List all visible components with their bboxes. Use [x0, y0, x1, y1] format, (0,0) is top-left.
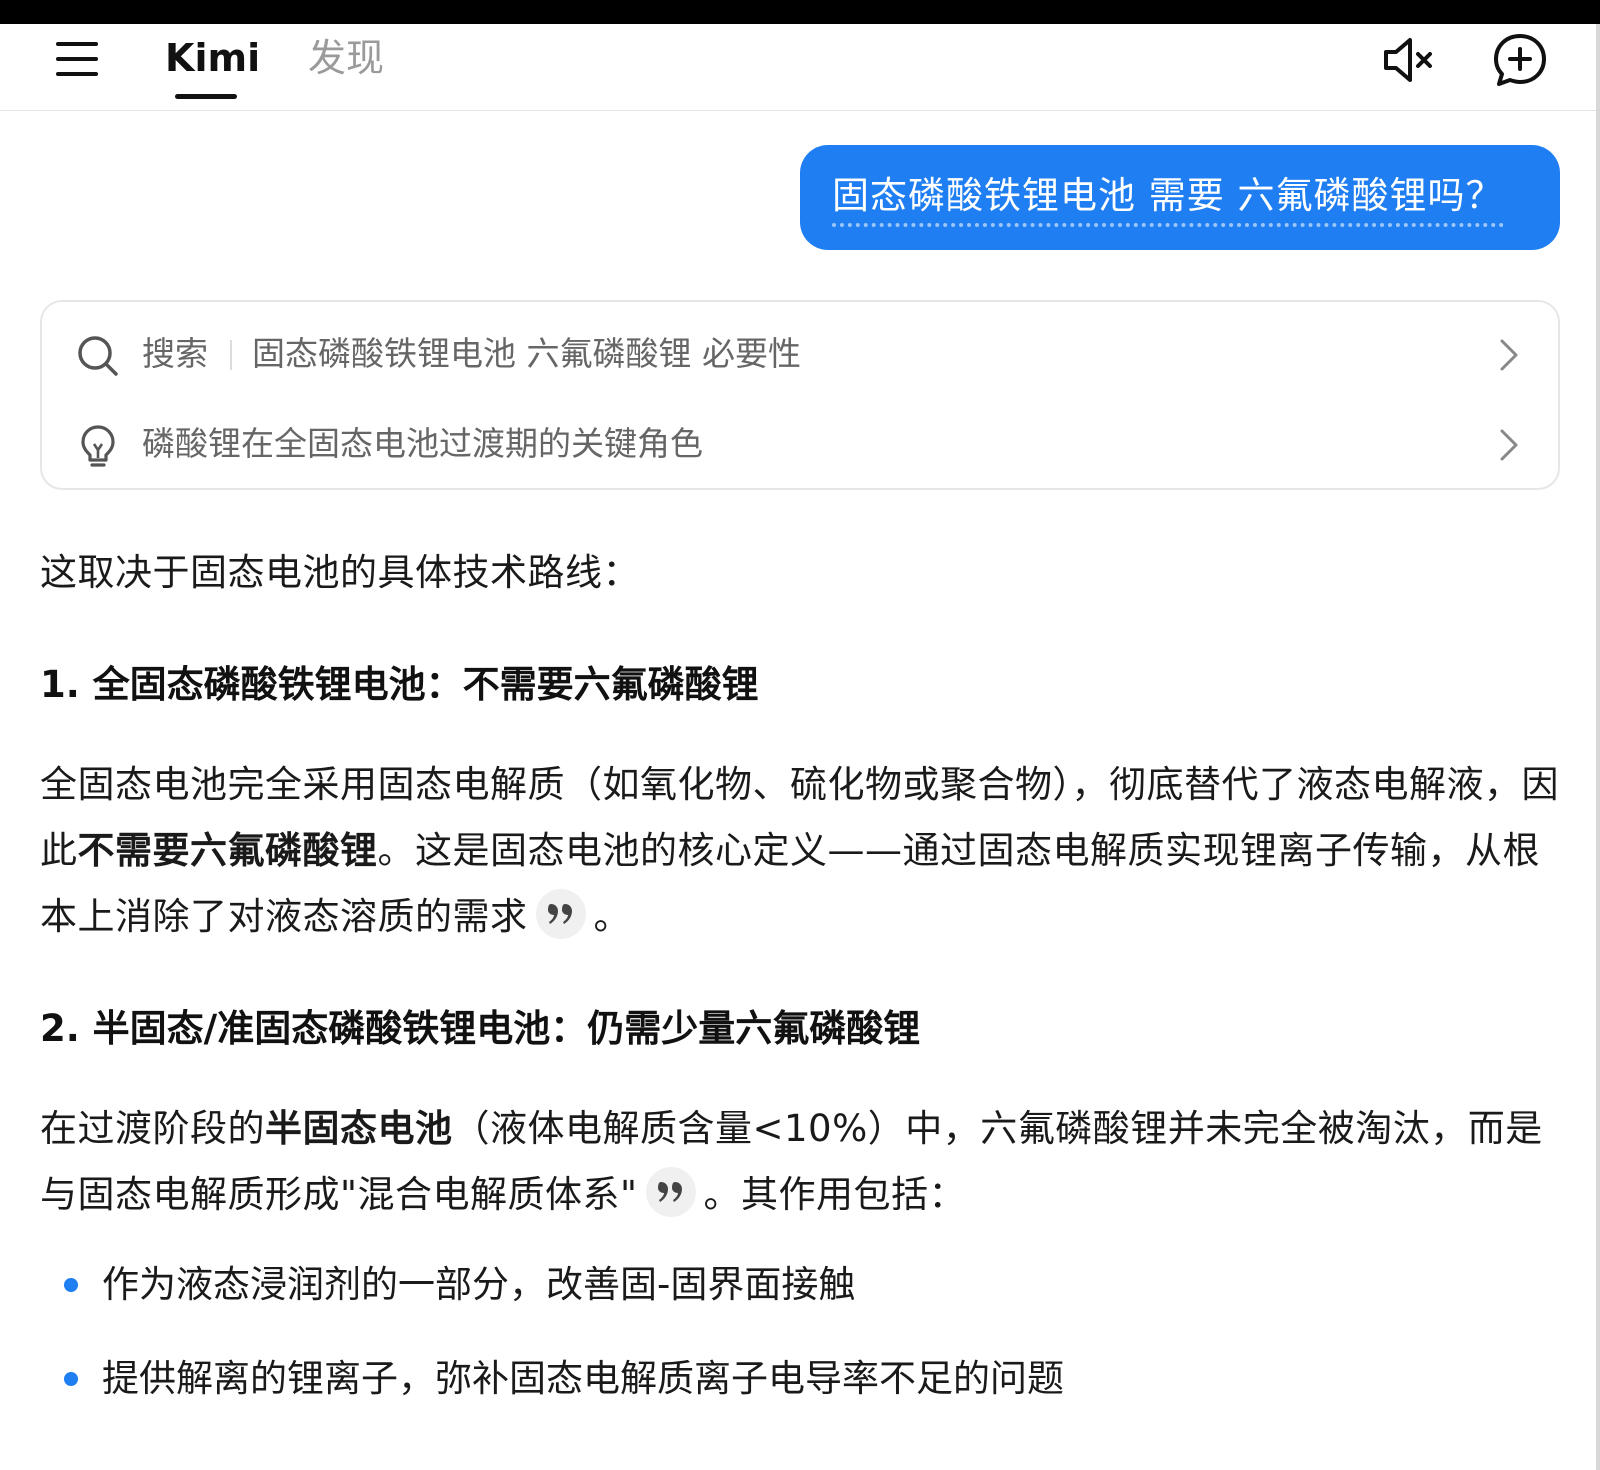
list-item-text: 作为液态浸润剂的一部分，改善固-固界面接触	[102, 1263, 856, 1306]
status-bar	[0, 0, 1600, 24]
section-paragraph-1: 全固态电池完全采用固态电解质（如氧化物、硫化物或聚合物），彻底替代了液态电解液，…	[40, 752, 1570, 950]
menu-icon[interactable]	[54, 36, 100, 82]
mute-icon[interactable]	[1380, 32, 1436, 88]
user-message-bubble: 固态磷酸铁锂电池 需要 六氟磷酸锂吗？	[800, 145, 1560, 250]
quote-icon	[547, 904, 572, 924]
bullet-list: 作为液态浸润剂的一部分，改善固-固界面接触 提供解离的锂离子，弥补固态电解质离子…	[40, 1252, 1570, 1412]
new-chat-icon[interactable]	[1490, 30, 1550, 90]
tab-kimi[interactable]: Kimi	[165, 32, 260, 84]
section-heading-2: 2. 半固态/准固态磷酸铁锂电池：仍需少量六氟磷酸锂	[40, 1007, 921, 1050]
active-tab-indicator	[175, 94, 237, 99]
divider	[230, 340, 232, 370]
text-span: 。其作用包括：	[703, 1173, 967, 1216]
text-span: 。	[593, 895, 631, 938]
tab-discover[interactable]: 发现	[308, 32, 384, 84]
text-span: 在过渡阶段的	[40, 1107, 265, 1150]
bold-text: 半固态电池	[265, 1107, 453, 1150]
chevron-right-icon	[1500, 339, 1518, 371]
bullet-dot	[64, 1278, 78, 1292]
search-label: 搜索	[142, 334, 208, 373]
list-item: 提供解离的锂离子，弥补固态电解质离子电导率不足的问题	[40, 1346, 1570, 1412]
lightbulb-icon	[81, 425, 115, 467]
scroll-edge	[1596, 24, 1600, 1470]
bullet-dot	[64, 1372, 78, 1386]
quote-icon	[657, 1182, 682, 1202]
search-row[interactable]: 搜索 固态磷酸铁锂电池 六氟磷酸锂 必要性	[42, 324, 1558, 384]
search-icon	[78, 336, 118, 376]
answer-intro: 这取决于固态电池的具体技术路线：	[40, 551, 640, 594]
assistant-answer: 这取决于固态电池的具体技术路线： 1. 全固态磷酸铁锂电池：不需要六氟磷酸锂 全…	[40, 540, 1570, 1440]
insight-row[interactable]: 磷酸锂在全固态电池过渡期的关键角色	[42, 414, 1558, 474]
list-item-text: 提供解离的锂离子，弥补固态电解质离子电导率不足的问题	[102, 1357, 1064, 1400]
section-heading-1: 1. 全固态磷酸铁锂电池：不需要六氟磷酸锂	[40, 663, 759, 706]
list-item: 作为液态浸润剂的一部分，改善固-固界面接触	[40, 1252, 1570, 1318]
citation-button[interactable]	[535, 889, 586, 939]
chevron-right-icon	[1500, 429, 1518, 461]
citation-button[interactable]	[645, 1167, 696, 1217]
user-message-text: 固态磷酸铁锂电池 需要 六氟磷酸锂吗？	[832, 173, 1504, 227]
search-summary-card: 搜索 固态磷酸铁锂电池 六氟磷酸锂 必要性 磷酸锂在全固态电池过渡期的关键角色	[40, 300, 1560, 490]
bold-text: 不需要六氟磷酸锂	[77, 829, 378, 872]
section-paragraph-2: 在过渡阶段的半固态电池（液体电解质含量<10%）中，六氟磷酸锂并未完全被淘汰，而…	[40, 1096, 1570, 1228]
app-header: Kimi 发现	[0, 24, 1600, 111]
insight-text: 磷酸锂在全固态电池过渡期的关键角色	[142, 424, 703, 463]
search-query: 固态磷酸铁锂电池 六氟磷酸锂 必要性	[252, 334, 801, 373]
